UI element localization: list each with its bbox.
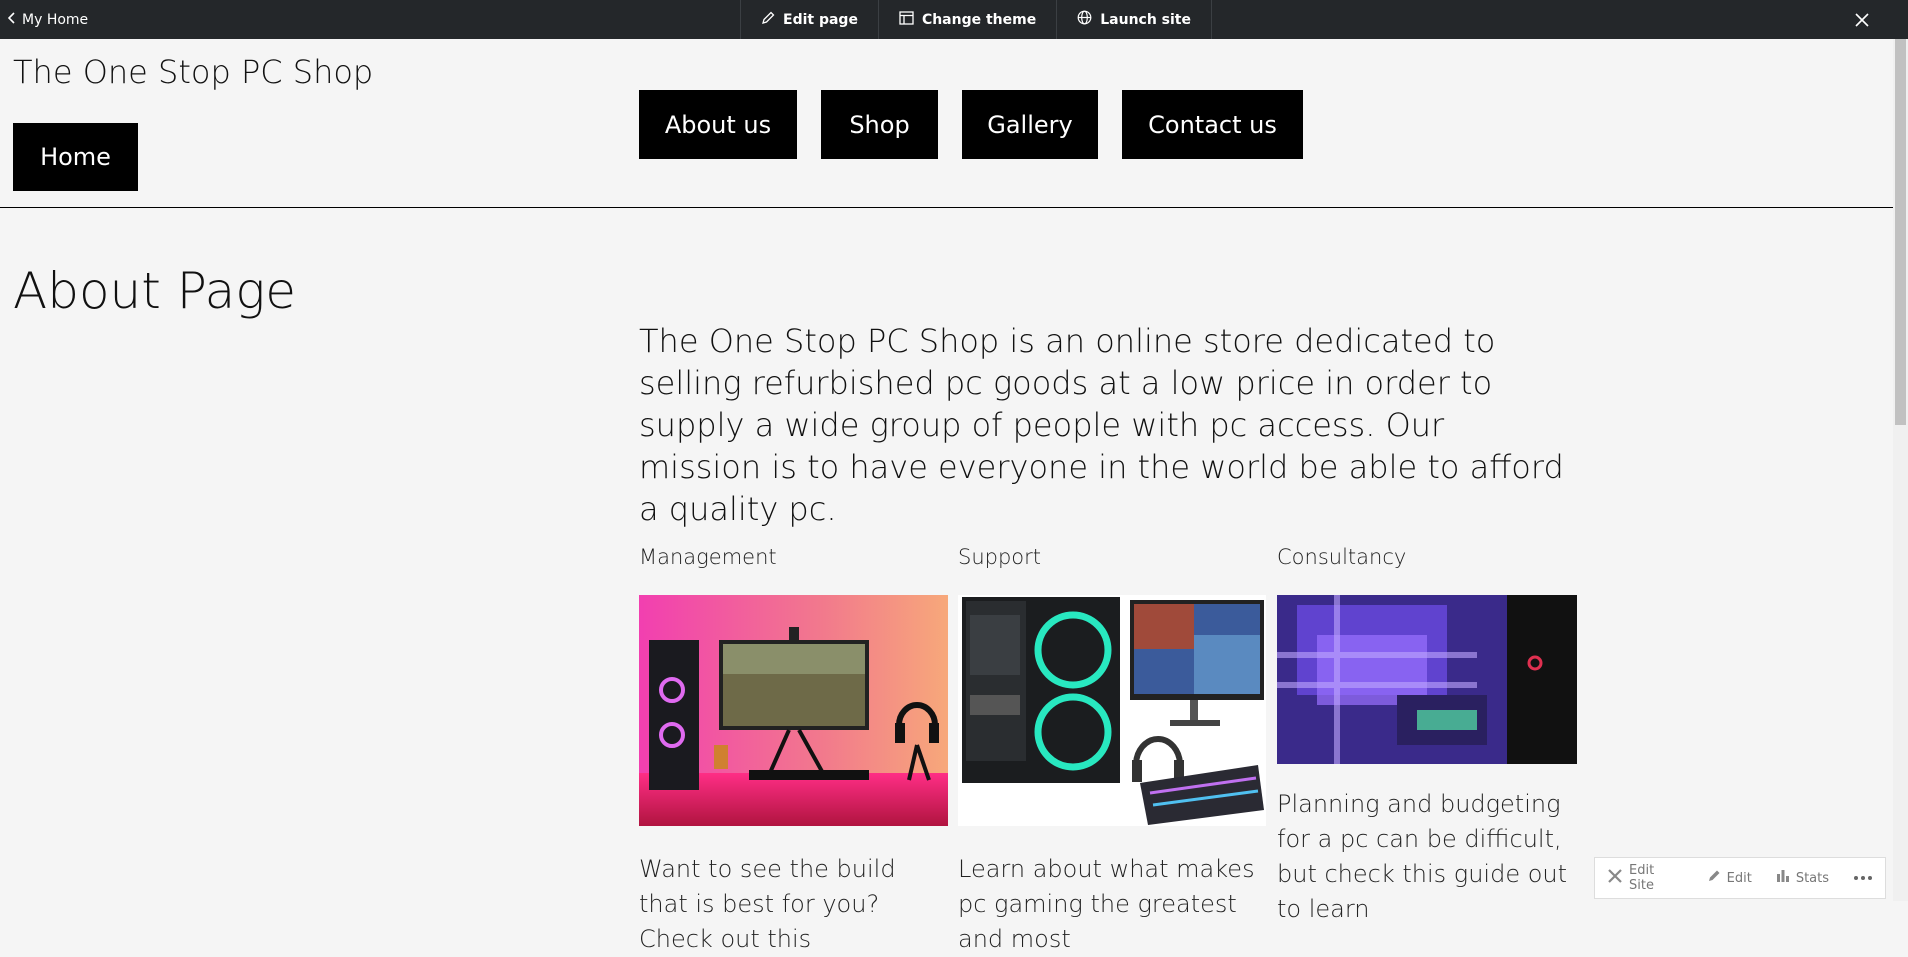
site-title[interactable]: The One Stop PC Shop xyxy=(13,53,373,91)
nav-about-label: About us xyxy=(664,110,772,139)
stats-label: Stats xyxy=(1795,870,1829,886)
stats-button[interactable]: Stats xyxy=(1764,869,1841,887)
nav-gallery-button[interactable]: Gallery xyxy=(962,90,1098,159)
site-toolbar: Edit Site Edit Stats xyxy=(1594,857,1886,899)
edit-label: Edit xyxy=(1726,870,1752,886)
change-theme-label: Change theme xyxy=(921,11,1037,28)
management-text: Want to see the build that is best for y… xyxy=(639,855,896,953)
nav-gallery-label: Gallery xyxy=(987,110,1073,139)
management-heading: Management xyxy=(639,545,777,569)
support-text: Learn about what makes pc gaming the gre… xyxy=(958,855,1255,953)
globe-icon xyxy=(1077,10,1092,29)
edit-button[interactable]: Edit xyxy=(1695,869,1764,887)
layout-icon xyxy=(899,10,914,29)
nav-contact-label: Contact us xyxy=(1148,110,1277,139)
watercooling-image xyxy=(1277,595,1577,764)
nav-home-label: Home xyxy=(40,143,111,171)
support-heading: Support xyxy=(958,545,1042,569)
pc-bundle-image xyxy=(958,595,1266,826)
admin-bar: My Home Edit page Change theme Launch si… xyxy=(0,0,1908,39)
page-title: About Page xyxy=(13,262,297,320)
nav-shop-label: Shop xyxy=(849,110,910,139)
nav-home-button[interactable]: Home xyxy=(13,123,138,191)
consultancy-text: Planning and budgeting for a pc can be d… xyxy=(1277,790,1568,923)
launch-site-label: Launch site xyxy=(1100,11,1191,28)
edit-site-label: Edit Site xyxy=(1629,863,1655,893)
nav-contact-button[interactable]: Contact us xyxy=(1122,90,1303,159)
intro-paragraph: The One Stop PC Shop is an online store … xyxy=(639,322,1564,528)
tools-icon xyxy=(1607,868,1623,888)
nav-shop-button[interactable]: Shop xyxy=(821,90,938,159)
change-theme-button[interactable]: Change theme xyxy=(877,0,1056,39)
pencil-icon xyxy=(1707,869,1721,887)
scrollbar-thumb[interactable] xyxy=(1895,39,1906,425)
consultancy-heading: Consultancy xyxy=(1277,545,1407,569)
edit-site-button[interactable]: Edit Site xyxy=(1595,863,1695,893)
my-home-label: My Home xyxy=(22,11,89,28)
nav-about-button[interactable]: About us xyxy=(639,90,797,159)
edit-page-label: Edit page xyxy=(783,11,858,28)
edit-page-button[interactable]: Edit page xyxy=(740,0,878,39)
gaming-setup-image xyxy=(639,595,948,826)
bar-chart-icon xyxy=(1776,869,1790,887)
my-home-link[interactable]: My Home xyxy=(7,0,89,39)
launch-site-button[interactable]: Launch site xyxy=(1056,0,1212,39)
close-icon[interactable] xyxy=(1850,0,1874,39)
header-divider xyxy=(0,207,1893,208)
chevron-left-icon xyxy=(7,11,16,28)
pencil-icon xyxy=(761,11,775,29)
more-options-icon[interactable] xyxy=(1841,875,1885,881)
